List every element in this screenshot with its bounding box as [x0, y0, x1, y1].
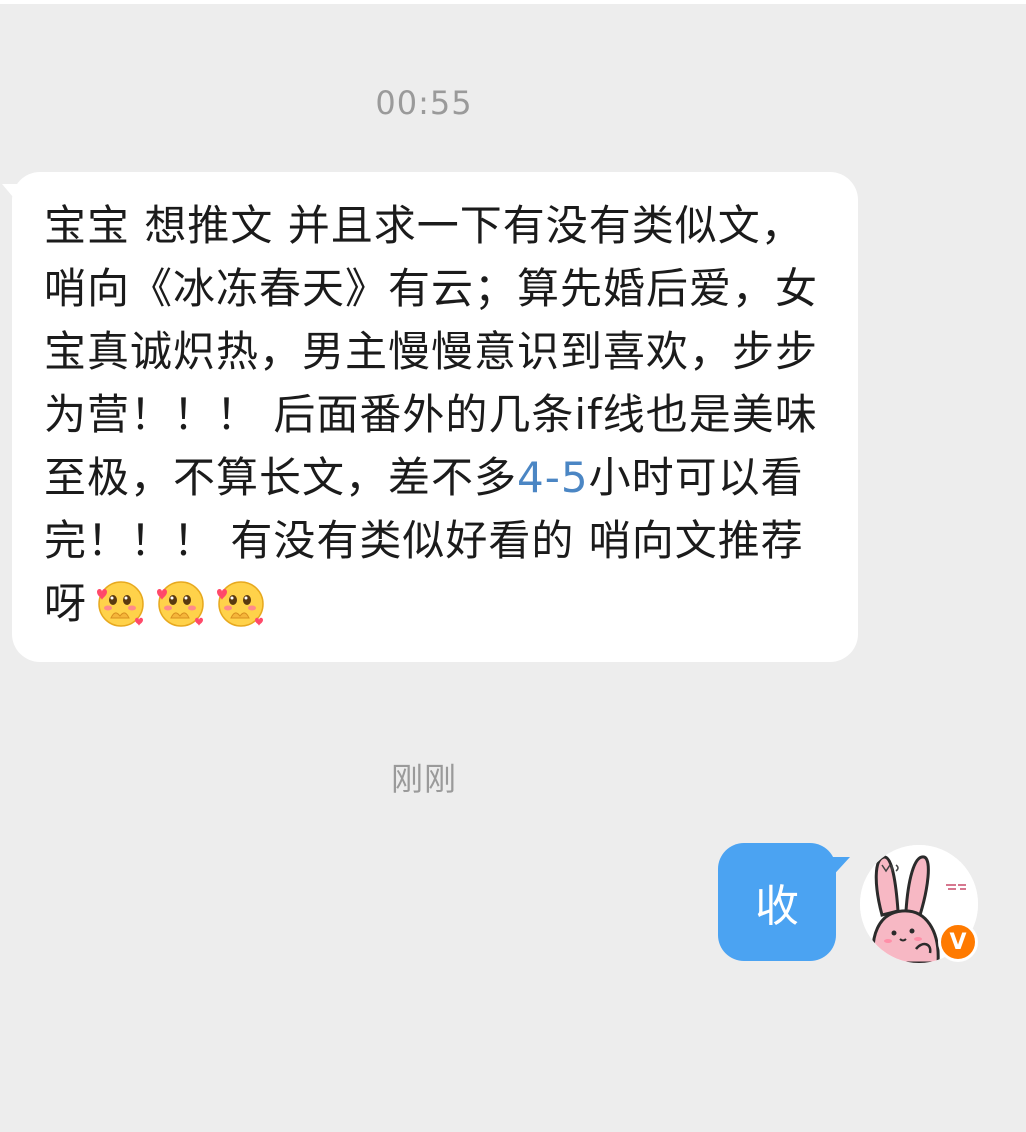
incoming-message-bubble[interactable]: 宝宝 想推文 并且求一下有没有类似文，哨向《冰冻春天》有云；算先婚后爱，女宝真诚… [2, 172, 858, 662]
highlighted-number[interactable]: 4-5 [517, 453, 589, 502]
shy-blush-emoji-icon [97, 581, 144, 627]
vip-badge-icon: V [938, 922, 978, 962]
bubble-tail [828, 857, 850, 881]
incoming-message-text: 宝宝 想推文 并且求一下有没有类似文，哨向《冰冻春天》有云；算先婚后爱，女宝真诚… [44, 194, 828, 635]
shy-blush-emoji-icon [217, 581, 264, 627]
outgoing-message-bubble[interactable]: 收 [718, 843, 850, 961]
outgoing-message-text: 收 [755, 881, 799, 932]
shy-blush-emoji-icon [157, 581, 204, 627]
top-edge [0, 0, 1026, 4]
timestamp: 00:55 [375, 84, 473, 122]
bubble-tail [2, 184, 24, 210]
timestamp: 刚刚 [390, 760, 457, 798]
